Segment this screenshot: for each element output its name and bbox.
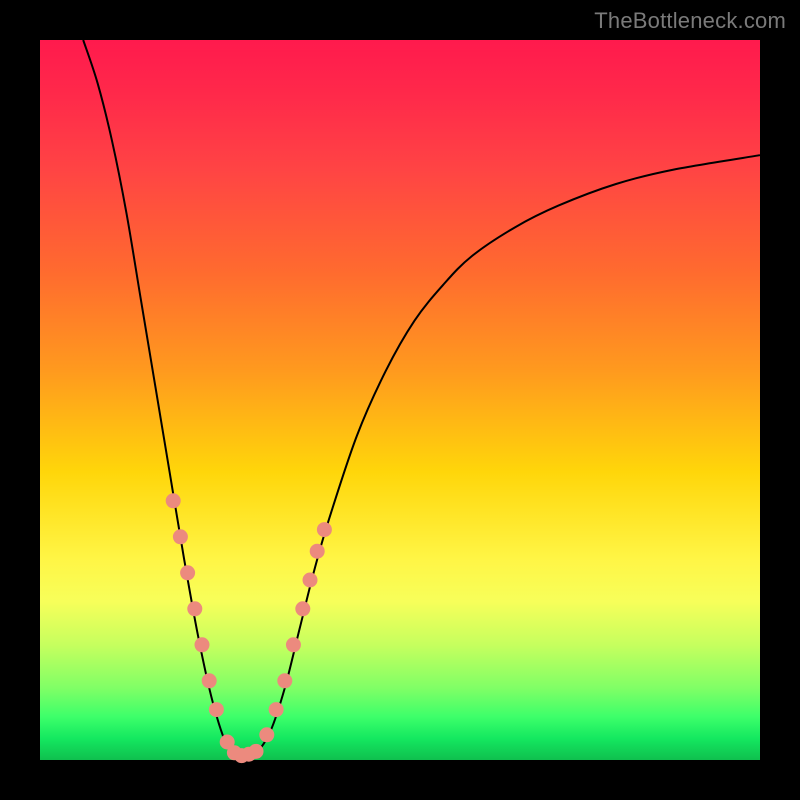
- sample-dot: [180, 565, 195, 580]
- chart-frame: TheBottleneck.com: [0, 0, 800, 800]
- plot-area: [40, 40, 760, 760]
- sample-dot: [317, 522, 332, 537]
- watermark-text: TheBottleneck.com: [594, 8, 786, 34]
- sample-dot: [173, 529, 188, 544]
- bottleneck-curve: [83, 40, 760, 757]
- sample-dot: [286, 637, 301, 652]
- sample-dot: [269, 702, 284, 717]
- sample-dot: [310, 544, 325, 559]
- sample-dot: [277, 673, 292, 688]
- sample-dot: [187, 601, 202, 616]
- sample-dots-group: [166, 493, 332, 763]
- sample-dot: [295, 601, 310, 616]
- sample-dot: [249, 744, 264, 759]
- sample-dot: [166, 493, 181, 508]
- plot-svg: [40, 40, 760, 760]
- sample-dot: [259, 727, 274, 742]
- sample-dot: [209, 702, 224, 717]
- sample-dot: [202, 673, 217, 688]
- sample-dot: [195, 637, 210, 652]
- sample-dot: [303, 573, 318, 588]
